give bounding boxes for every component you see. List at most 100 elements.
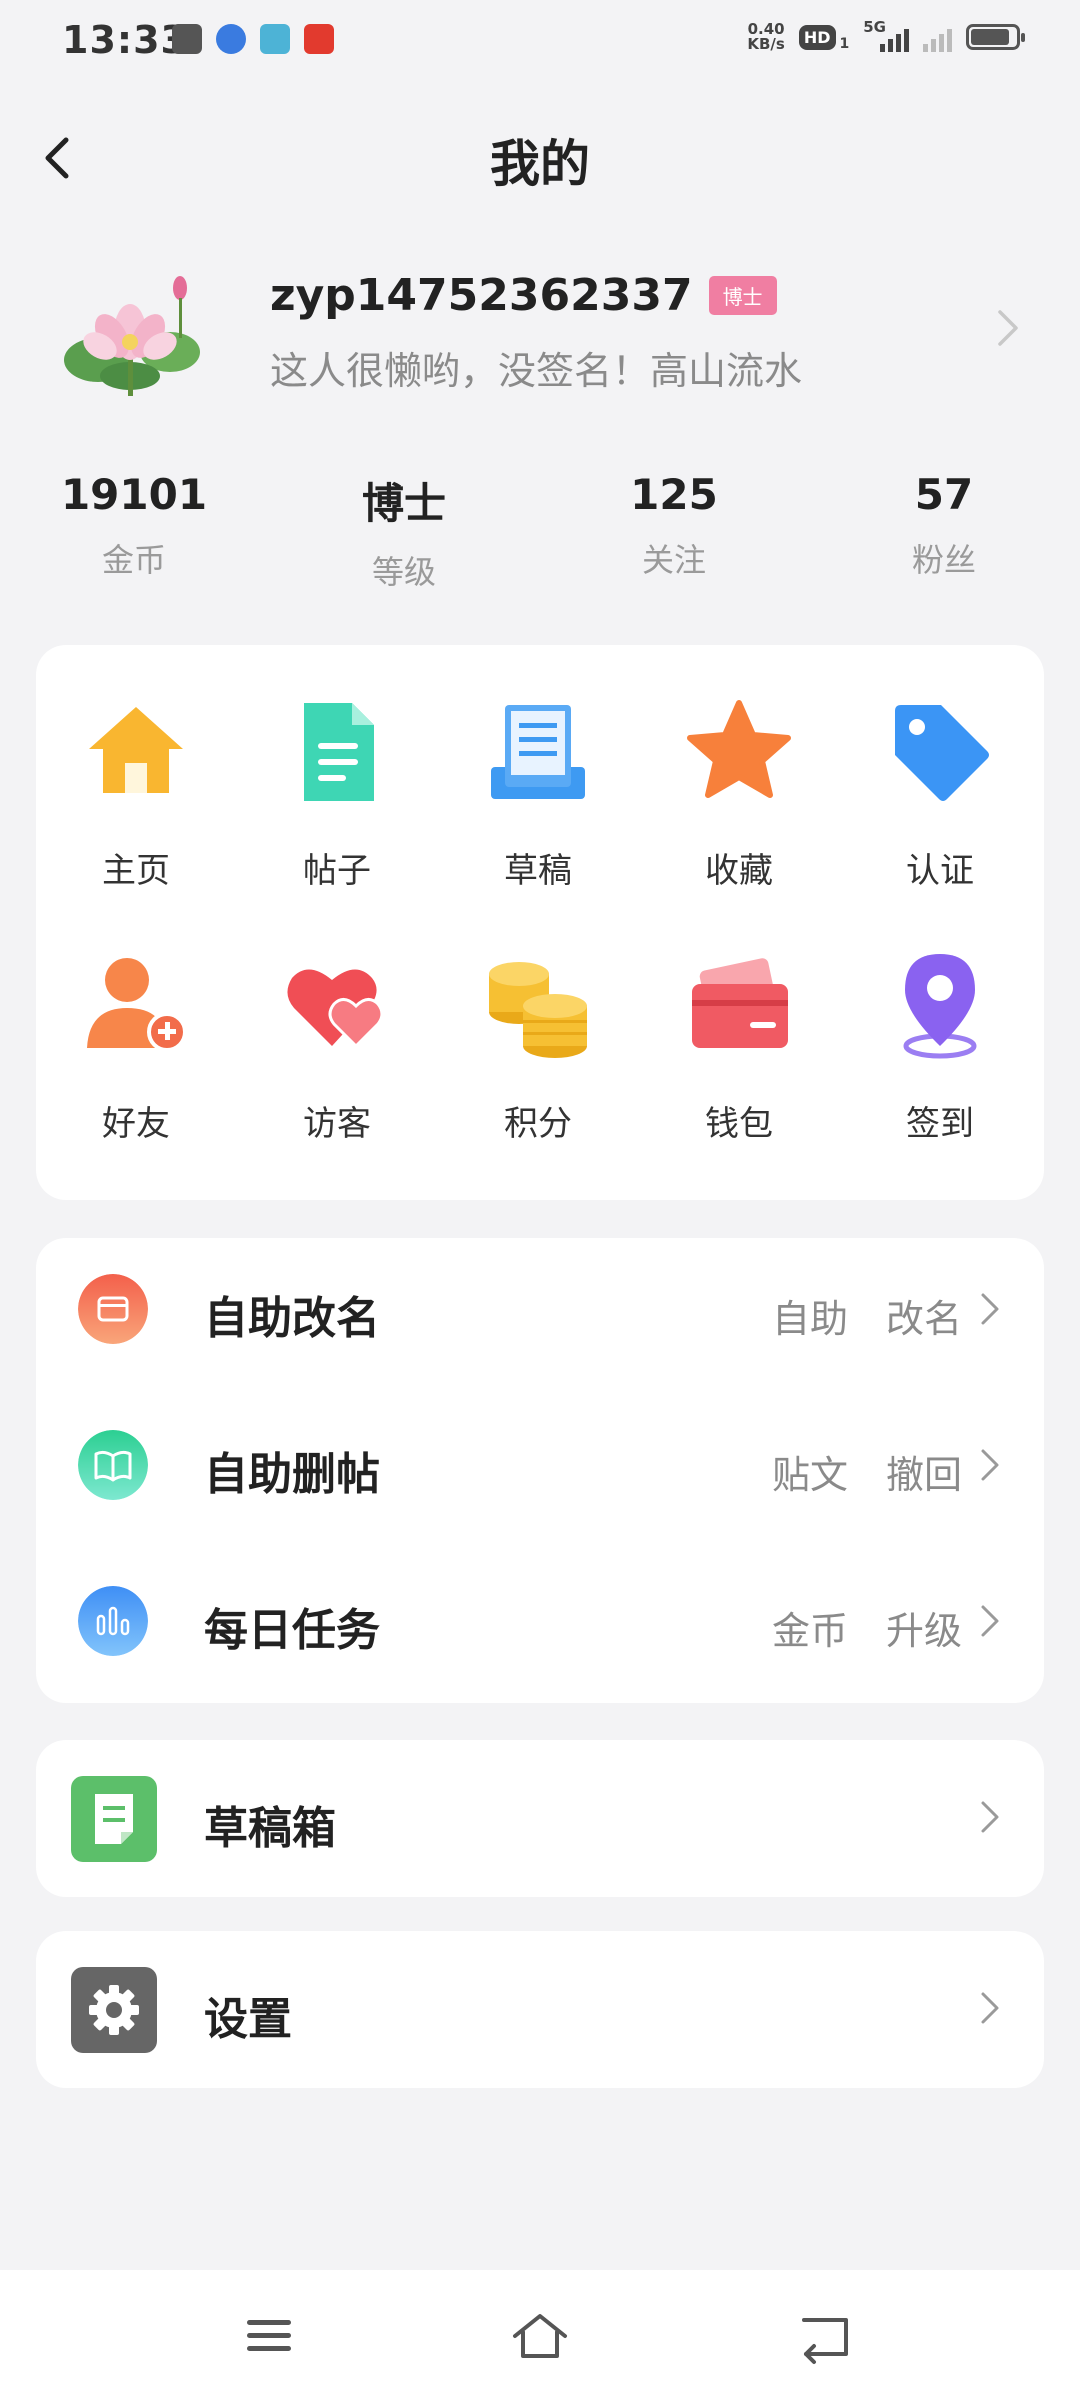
list-title: 每日任务 <box>204 1605 380 1656</box>
list-extra-tag: 改名 <box>885 1297 962 1341</box>
list-item-delete-post[interactable]: 自助删帖 贴文 撤回 <box>36 1394 1044 1534</box>
list-extra-tag: 金币 <box>771 1609 848 1653</box>
stat-label: 金币 <box>101 541 166 579</box>
list-extra: 金币 升级 <box>772 1600 962 1655</box>
stat-fans[interactable]: 57 粉丝 <box>834 470 1054 581</box>
grid-item-wallet[interactable]: 钱包 <box>639 950 839 1150</box>
return-icon <box>802 2318 848 2364</box>
grid-label: 草稿 <box>504 851 572 891</box>
feature-grid: 主页 帖子 草稿 收藏 认证 好友 访客 积分 钱包 签到 <box>36 645 1044 1200</box>
stat-following[interactable]: 125 关注 <box>564 470 784 581</box>
tag-icon <box>895 705 989 801</box>
stat-label: 粉丝 <box>911 541 976 579</box>
grid-label: 帖子 <box>303 851 371 891</box>
list-extra-tag: 升级 <box>885 1609 962 1653</box>
grid-label: 访客 <box>303 1104 371 1144</box>
coins-icon <box>489 962 587 1058</box>
add-friend-icon <box>87 958 187 1052</box>
grid-label: 钱包 <box>705 1104 773 1144</box>
grid-item-drafts[interactable]: 草稿 <box>438 697 638 897</box>
stat-label: 关注 <box>641 541 706 579</box>
profile-section[interactable]: zyp14752362337 博士 这人很懒哟，没签名！高山流水 <box>0 250 1080 410</box>
bar-chart-icon <box>78 1586 148 1656</box>
app-notification-icon <box>172 24 202 54</box>
stats-row: 19101 金币 博士 等级 125 关注 57 粉丝 <box>0 470 1080 591</box>
grid-label: 好友 <box>102 1104 170 1144</box>
draft-icon <box>491 705 585 799</box>
paw-notification-icon <box>216 24 246 54</box>
grid-label: 签到 <box>906 1104 974 1144</box>
draft-box-item[interactable]: 草稿箱 <box>36 1740 1044 1897</box>
chevron-right-icon <box>981 1605 999 1637</box>
stat-value: 19101 <box>60 470 208 519</box>
back-nav-button[interactable] <box>790 2306 860 2366</box>
menu-icon <box>247 2320 291 2351</box>
avatar[interactable] <box>58 260 206 400</box>
notification-icons <box>172 24 334 54</box>
location-pin-icon <box>903 954 977 1059</box>
stat-value: 博士 <box>361 479 446 528</box>
home-outline-icon <box>513 2314 567 2358</box>
grid-item-favorites[interactable]: 收藏 <box>639 697 839 897</box>
net-speed-unit: KB/s <box>747 35 785 53</box>
grid-item-posts[interactable]: 帖子 <box>237 697 437 897</box>
menu-button[interactable] <box>234 2306 304 2366</box>
document-icon <box>304 703 374 801</box>
lotus-avatar-icon <box>64 276 200 396</box>
hd-icon: HD <box>798 24 836 50</box>
settings-title: 设置 <box>204 1994 292 2045</box>
chevron-right-icon <box>981 1293 999 1325</box>
star-icon <box>687 700 791 798</box>
list-extra: 自助 改名 <box>772 1288 962 1343</box>
username: zyp14752362337 <box>270 270 693 321</box>
book-icon <box>78 1430 148 1500</box>
profile-arrow[interactable] <box>996 308 1020 352</box>
username-row: zyp14752362337 博士 <box>270 270 777 321</box>
grid-item-visitors[interactable]: 访客 <box>237 950 437 1150</box>
stat-value: 125 <box>630 470 718 519</box>
home-button[interactable] <box>505 2306 575 2366</box>
chevron-right-icon <box>981 1801 999 1833</box>
stat-coins[interactable]: 19101 金币 <box>24 470 244 581</box>
stat-label: 等级 <box>371 553 436 591</box>
battery-icon <box>966 24 1025 50</box>
app-notification-icon <box>260 24 290 54</box>
chevron-right-icon <box>998 310 1018 346</box>
grid-label: 积分 <box>504 1104 572 1144</box>
status-time: 13:33 <box>62 18 188 62</box>
stat-level[interactable]: 博士 等级 <box>294 470 514 593</box>
net-speed: 0.40 KB/s <box>747 22 784 52</box>
page-title: 我的 <box>490 135 590 193</box>
settings-item[interactable]: 设置 <box>36 1931 1044 2088</box>
grid-item-home[interactable]: 主页 <box>36 697 236 897</box>
list-extra-tag: 贴文 <box>771 1453 848 1497</box>
grid-item-points[interactable]: 积分 <box>438 950 638 1150</box>
signature: 这人很懒哟，没签名！高山流水 <box>270 349 803 393</box>
list-title: 自助删帖 <box>204 1449 380 1500</box>
signal-secondary-icon <box>923 22 952 52</box>
hearts-icon <box>287 969 384 1049</box>
wallet-icon <box>692 958 788 1048</box>
level-badge: 博士 <box>708 276 777 315</box>
chevron-right-icon <box>981 1449 999 1481</box>
gear-icon <box>71 1967 157 2053</box>
draft-box-title: 草稿箱 <box>204 1803 336 1854</box>
grid-item-friends[interactable]: 好友 <box>36 950 236 1150</box>
note-icon <box>71 1776 157 1862</box>
status-indicators: 0.40 KB/s HD 1 5G <box>747 18 1025 52</box>
list-extra: 贴文 撤回 <box>772 1444 962 1499</box>
list-item-rename[interactable]: 自助改名 自助 改名 <box>36 1238 1044 1378</box>
service-list: 自助改名 自助 改名 自助删帖 贴文 撤回 每日任务 金币 升级 <box>36 1238 1044 1703</box>
house-icon <box>89 707 183 793</box>
grid-label: 收藏 <box>705 851 773 891</box>
header: 我的 <box>0 108 1080 208</box>
list-extra-tag: 自助 <box>771 1297 848 1341</box>
system-nav-bar <box>0 2270 1080 2400</box>
list-item-daily-tasks[interactable]: 每日任务 金币 升级 <box>36 1550 1044 1690</box>
hd-sub: 1 <box>839 36 850 52</box>
grid-item-checkin[interactable]: 签到 <box>840 950 1040 1150</box>
chevron-right-icon <box>981 1992 999 2024</box>
grid-label: 认证 <box>906 851 974 891</box>
grid-item-verify[interactable]: 认证 <box>840 697 1040 897</box>
list-title: 自助改名 <box>204 1293 380 1344</box>
